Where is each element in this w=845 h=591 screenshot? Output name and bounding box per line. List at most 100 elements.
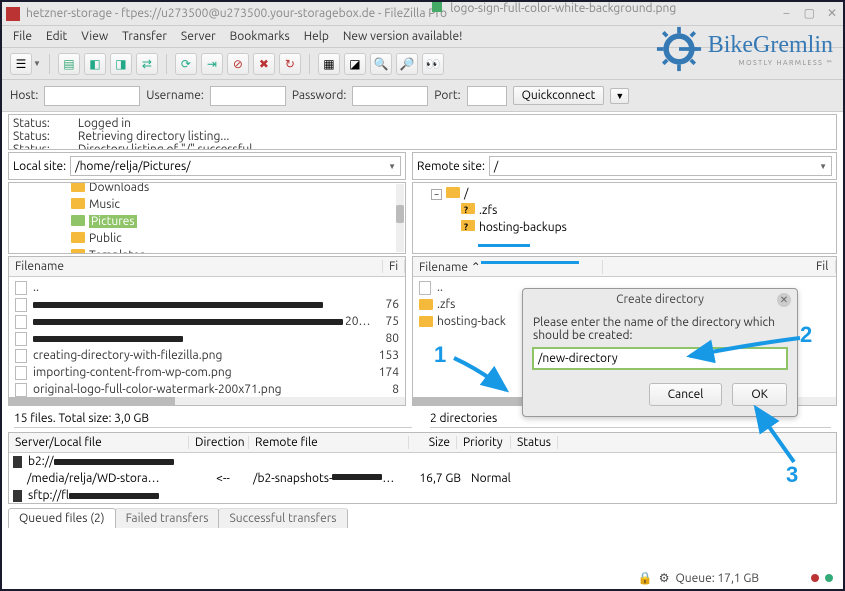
arrow-icon	[450, 352, 520, 402]
port-input[interactable]	[467, 86, 507, 106]
tree-item[interactable]: Music	[89, 198, 120, 211]
file-icon	[15, 315, 27, 329]
brand-tagline: MOSTLY HARMLESS ™	[708, 59, 833, 67]
tree-item[interactable]: Public	[89, 232, 122, 245]
log-line: Logged in	[78, 117, 131, 130]
col-size[interactable]: Size	[409, 436, 457, 449]
tab-failed-transfers[interactable]: Failed transfers	[115, 508, 220, 528]
username-label: Username:	[146, 89, 204, 102]
annotation-3: 3	[786, 462, 798, 488]
local-file-list[interactable]: FilenameFi .. 76 20…75 80 creating-direc…	[8, 256, 406, 406]
menu-help[interactable]: Help	[297, 30, 336, 43]
queue-local-file[interactable]: /media/relja/WD-stora…	[27, 472, 193, 485]
col-filename[interactable]: Filename	[9, 260, 383, 273]
col-status[interactable]: Status	[511, 436, 558, 449]
toggle-log-button[interactable]: ▤	[58, 53, 80, 75]
disconnect-button[interactable]: ✖	[253, 53, 275, 75]
menu-server[interactable]: Server	[174, 30, 223, 43]
local-status: 15 files. Total size: 3,0 GB	[14, 410, 412, 428]
remote-site-path: /	[494, 160, 498, 173]
list-item[interactable]: ..	[437, 281, 443, 294]
col-priority[interactable]: Priority	[457, 436, 511, 449]
transfer-queue[interactable]: Server/Local file Direction Remote file …	[8, 432, 837, 504]
site-manager-dropdown-icon[interactable]: ▼	[33, 59, 41, 68]
toggle-queue-button[interactable]: ⇄	[136, 53, 158, 75]
menu-file[interactable]: File	[6, 30, 39, 43]
menu-bookmarks[interactable]: Bookmarks	[223, 30, 297, 43]
list-item[interactable]: ..	[33, 281, 39, 294]
remote-site-combo[interactable]: /▼	[489, 156, 832, 176]
list-item-redacted[interactable]	[33, 302, 323, 308]
cancel-button[interactable]: Cancel	[649, 383, 723, 406]
username-input[interactable]	[210, 86, 286, 106]
host-input[interactable]	[44, 86, 140, 106]
remote-tree[interactable]: − / .zfs hosting-backups	[412, 182, 837, 254]
password-input[interactable]	[352, 86, 428, 106]
annotation-2: 2	[800, 322, 812, 348]
background-tab: logo-sign-full-color-white-background.pn…	[432, 2, 676, 15]
reconnect-button[interactable]: ↻	[279, 53, 301, 75]
list-item[interactable]: creating-directory-with-filezilla.png	[33, 349, 222, 362]
list-item[interactable]: hosting-back	[437, 315, 506, 328]
list-item-redacted[interactable]	[33, 336, 183, 342]
list-item[interactable]: .zfs	[437, 298, 455, 311]
find-button[interactable]: 👀	[422, 53, 444, 75]
queue-priority: Normal	[461, 472, 515, 485]
filter-button[interactable]: ▦	[318, 53, 340, 75]
log-status-label: Status:	[13, 117, 50, 130]
list-item[interactable]: original-logo-full-color-watermark-200x7…	[33, 383, 282, 396]
menu-edit[interactable]: Edit	[39, 30, 74, 43]
tree-item[interactable]: Templates	[89, 249, 145, 254]
maximize-icon[interactable]: ▢	[802, 7, 816, 21]
compare-button[interactable]: ◪	[344, 53, 366, 75]
gear-icon[interactable]: ⚙	[659, 571, 670, 585]
close-icon[interactable]: ✕	[825, 7, 839, 21]
tab-successful-transfers[interactable]: Successful transfers	[218, 508, 347, 528]
tree-item[interactable]: Downloads	[89, 182, 149, 194]
dialog-close-icon[interactable]: ✕	[777, 293, 791, 307]
arrow-icon	[746, 402, 806, 468]
search-button[interactable]: 🔎	[396, 53, 418, 75]
cancel-button[interactable]: ⊘	[227, 53, 249, 75]
window-titlebar: logo-sign-full-color-white-background.pn…	[2, 2, 843, 26]
annotation-underline	[481, 261, 579, 264]
minimize-icon[interactable]: –	[780, 7, 794, 21]
dialog-title: Create directory	[616, 293, 704, 306]
toggle-local-tree-button[interactable]: ◧	[84, 53, 106, 75]
log-line: Directory listing of "/" successful	[78, 143, 252, 150]
activity-led-2	[825, 574, 833, 582]
tree-item[interactable]: hosting-backups	[479, 221, 567, 234]
quickconnect-button[interactable]: Quickconnect	[513, 86, 605, 105]
quickconnect-dropdown-icon[interactable]: ▼	[610, 88, 629, 104]
list-item[interactable]: importing-content-from-wp-com.png	[33, 366, 232, 379]
col-server-file[interactable]: Server/Local file	[9, 436, 189, 449]
menu-view[interactable]: View	[74, 30, 115, 43]
process-queue-button[interactable]: ⇥	[201, 53, 223, 75]
lock-icon: 🔒	[638, 571, 653, 585]
sync-browse-button[interactable]: 🔍	[370, 53, 392, 75]
menu-new-version[interactable]: New version available!	[336, 30, 470, 43]
list-item-redacted[interactable]	[33, 319, 343, 325]
tree-item[interactable]: /	[464, 187, 468, 200]
col-remote-file[interactable]: Remote file	[249, 436, 409, 449]
queue-item-redacted[interactable]	[54, 459, 174, 465]
chevron-down-icon[interactable]: ▼	[388, 162, 396, 171]
folder-icon	[419, 316, 433, 327]
tree-item[interactable]: .zfs	[479, 204, 497, 217]
local-tree[interactable]: Downloads Music Pictures Public Template…	[8, 182, 406, 254]
site-manager-button[interactable]: ☰	[10, 53, 32, 75]
brand-logo: BikeGremlin MOSTLY HARMLESS ™	[656, 26, 833, 72]
tree-item-selected[interactable]: Pictures	[89, 215, 137, 228]
col-direction[interactable]: Direction	[189, 436, 249, 449]
server-icon	[13, 456, 22, 468]
queue-item-redacted[interactable]	[69, 493, 159, 499]
menu-transfer[interactable]: Transfer	[115, 30, 174, 43]
local-site-combo[interactable]: /home/relja/Pictures/▼	[70, 156, 401, 176]
refresh-button[interactable]: ⟳	[175, 53, 197, 75]
col-filesize[interactable]: Fil	[810, 260, 836, 273]
tree-collapse-icon[interactable]: −	[431, 189, 442, 200]
chevron-down-icon[interactable]: ▼	[819, 162, 827, 171]
tab-queued-files[interactable]: Queued files (2)	[8, 508, 116, 528]
col-filesize[interactable]: Fi	[383, 260, 405, 273]
toggle-remote-tree-button[interactable]: ◨	[110, 53, 132, 75]
